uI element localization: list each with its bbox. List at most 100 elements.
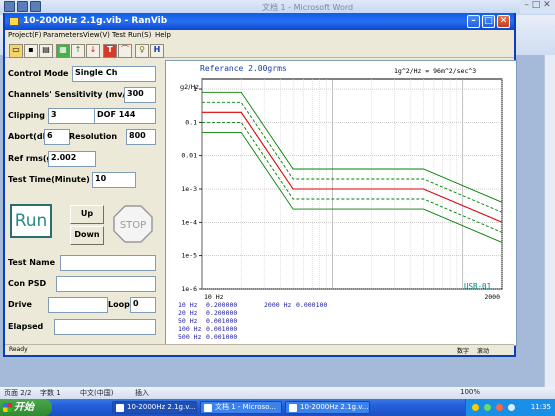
taskbar-task-word[interactable]: 文档 1 - Microso... xyxy=(200,401,282,414)
profile-freq-4: 500 Hz xyxy=(178,333,202,341)
ranvib-app-icon xyxy=(9,17,19,26)
status-bar: Ready 数字 滚动 xyxy=(5,344,514,355)
resolution-label: Resolution xyxy=(69,132,118,141)
office-button-icon[interactable] xyxy=(4,1,15,12)
profile-psd-3: 0.001000 xyxy=(206,325,237,333)
open-folder-icon[interactable]: ▭ xyxy=(9,44,23,58)
stop-button[interactable]: STOP xyxy=(112,204,154,244)
y-tick-label: 1e-5 xyxy=(181,252,197,260)
y-tick-label: 0.1 xyxy=(185,118,197,126)
taskbar-task-ranvib-2[interactable]: 10-2000Hz 2.1g.v... xyxy=(285,401,370,414)
word-status-zoom[interactable]: 100% xyxy=(460,388,480,396)
psd-chart[interactable]: 10.10.011e-31e-41e-51e-6 Referance 2.00g… xyxy=(166,61,516,345)
con-psd-field[interactable] xyxy=(56,276,156,292)
word-status-language[interactable]: 中文(中国) xyxy=(80,388,113,398)
chart-grid xyxy=(201,78,503,290)
help-bulb-icon[interactable]: ♀ xyxy=(135,44,149,58)
ranvib-title-bar[interactable]: 10-2000Hz 2.1g.vib - RanVib xyxy=(5,13,514,30)
tray-icon[interactable] xyxy=(484,404,491,411)
test-time-field[interactable]: 10 xyxy=(92,172,136,188)
menu-test-run[interactable]: Test Run(S) xyxy=(112,31,151,39)
word-window-controls[interactable]: – □ ✕ xyxy=(520,0,555,14)
stop-octagon-icon: STOP xyxy=(113,205,153,243)
menu-help[interactable]: Help xyxy=(155,31,171,39)
clipping-field[interactable]: 3 xyxy=(48,108,96,124)
help-icon[interactable]: H xyxy=(150,44,164,58)
loop-field[interactable]: 0 xyxy=(130,297,156,313)
close-button[interactable]: ✕ xyxy=(497,15,510,28)
undo-icon[interactable] xyxy=(30,1,41,12)
control-mode-field[interactable]: Single Ch xyxy=(72,66,156,82)
chart-corner-label: USB-01 xyxy=(464,282,491,291)
profile-freq-1: 20 Hz xyxy=(178,309,198,317)
dof-field[interactable]: DOF 144 xyxy=(94,108,156,124)
ref-rms-field[interactable]: 2.002 xyxy=(48,151,96,167)
profile-psd-2: 0.001000 xyxy=(206,317,237,325)
test-time-label: Test Time(Minute) xyxy=(8,175,90,184)
volume-icon[interactable] xyxy=(508,404,515,411)
start-label: 开始 xyxy=(14,402,34,413)
sensitivity-field[interactable]: 300 xyxy=(124,87,156,103)
status-scroll: 滚动 xyxy=(477,348,490,355)
up-button[interactable]: Up xyxy=(70,205,104,224)
word-status-page[interactable]: 页面 2/2 xyxy=(4,388,32,398)
save-icon[interactable] xyxy=(17,1,28,12)
arrow-up-icon[interactable]: ↑ xyxy=(71,44,85,58)
profile-freq-2: 50 Hz xyxy=(178,317,198,325)
grid-icon[interactable]: ▦ xyxy=(56,44,70,58)
resolution-field[interactable]: 800 xyxy=(126,129,156,145)
word-status-words[interactable]: 字数 1 xyxy=(40,388,61,398)
print-icon[interactable]: ▤ xyxy=(39,44,53,58)
chart-title: Referance 2.00grms xyxy=(200,64,287,73)
save-icon[interactable]: ▪ xyxy=(24,44,38,58)
profile-freq-5: 2000 Hz xyxy=(264,301,291,309)
menu-project[interactable]: Project(F) xyxy=(8,31,41,39)
profile-psd-0: 0.200000 xyxy=(206,301,237,309)
ranvib-app-icon xyxy=(116,404,124,412)
test-name-field[interactable] xyxy=(60,255,156,271)
minimize-button[interactable]: – xyxy=(467,15,480,28)
clock[interactable]: 11:35 xyxy=(531,403,551,411)
profile-psd-1: 0.200000 xyxy=(206,309,237,317)
word-vertical-scrollbar[interactable] xyxy=(544,55,555,387)
x-tick-label-max: 2000 xyxy=(484,293,500,301)
elapsed-field[interactable] xyxy=(54,319,156,335)
run-button[interactable]: Run xyxy=(10,204,52,238)
stop-label: STOP xyxy=(120,220,146,231)
toolbar: ▭ ▪ ▤ ▦ ↑ ↓ T ⌒ ♀ H xyxy=(5,42,514,58)
tray-icon[interactable] xyxy=(472,404,479,411)
start-button[interactable]: 开始 xyxy=(0,399,52,416)
maximize-button[interactable]: □ xyxy=(482,15,495,28)
word-quick-access-toolbar[interactable] xyxy=(4,1,74,13)
abort-field[interactable]: 6 xyxy=(44,129,70,145)
control-mode-label: Control Mode xyxy=(8,69,69,78)
ranvib-window-title: 10-2000Hz 2.1g.vib - RanVib xyxy=(23,16,168,26)
ranvib-window: 10-2000Hz 2.1g.vib - RanVib – □ ✕ Projec… xyxy=(3,13,517,357)
menu-parameters[interactable]: Parameters xyxy=(43,31,83,39)
taskbar: 开始 10-2000Hz 2.1g.v... 文档 1 - Microso...… xyxy=(0,399,555,416)
drive-field[interactable] xyxy=(48,297,108,313)
y-tick-label: 1e-3 xyxy=(181,185,197,193)
drive-label: Drive xyxy=(8,300,32,309)
y-tick-label: 1e-6 xyxy=(181,285,197,293)
y-tick-label: 0.01 xyxy=(181,152,197,160)
con-psd-label: Con PSD xyxy=(8,279,47,288)
menu-bar: Project(F) Parameters View(V) Test Run(S… xyxy=(5,30,514,42)
word-app-icon xyxy=(204,404,212,412)
profile-psd-5: 0.000100 xyxy=(296,301,327,309)
arrow-down-icon[interactable]: ↓ xyxy=(86,44,100,58)
menu-view[interactable]: View(V) xyxy=(83,31,110,39)
test-icon[interactable]: T xyxy=(103,44,117,58)
word-status-bar: 页面 2/2 字数 1 中文(中国) 插入 100% xyxy=(0,387,555,399)
down-button[interactable]: Down xyxy=(70,226,104,245)
tray-icon[interactable] xyxy=(496,404,503,411)
ranvib-app-icon xyxy=(289,404,297,412)
elapsed-label: Elapsed xyxy=(8,322,44,331)
curve-icon[interactable]: ⌒ xyxy=(118,44,132,58)
profile-freq-0: 10 Hz xyxy=(178,301,198,309)
chart-ticks: 10.10.011e-31e-41e-51e-6 xyxy=(181,85,202,293)
word-status-insert[interactable]: 插入 xyxy=(135,388,149,398)
taskbar-task-ranvib-1[interactable]: 10-2000Hz 2.1g.v... xyxy=(112,401,197,414)
sensitivity-label: Channels' Sensitivity (mv/g) xyxy=(8,90,135,99)
chart-ylabel: g2/Hz xyxy=(180,83,199,91)
